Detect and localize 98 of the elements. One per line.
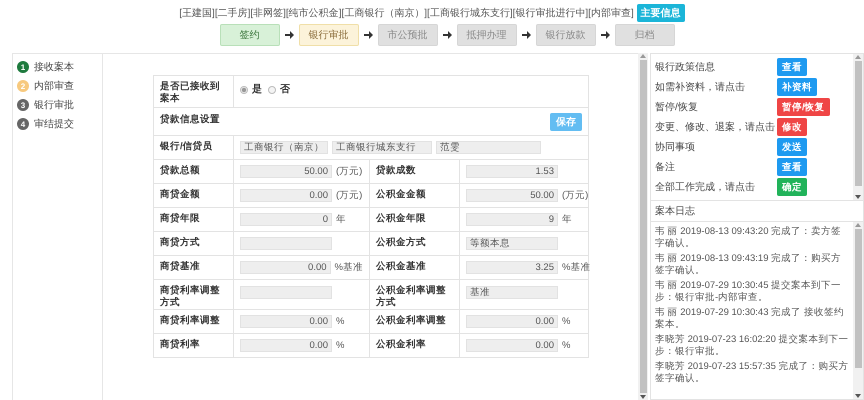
step-label[interactable]: 内部审查 [34,79,74,93]
action-label: 全部工作完成，请点击 [655,180,756,194]
section-title: 贷款信息设置 [160,113,220,127]
case-title: [王建国][二手房][非网签][纯市公积金][工商银行（南京）][工商银行城东支行][银行审批进行中][内部审查] [179,6,634,20]
input-field[interactable]: 基准 [466,286,558,298]
action-button[interactable]: 暂停/恢复 [777,98,830,116]
input-field[interactable]: 0.00 [240,339,332,352]
input-field[interactable]: 1.53 [466,165,558,178]
form-label: 商贷利率 [154,334,234,357]
input-field[interactable]: 范雯 [436,141,541,154]
log-entry: 韦 丽 2019-08-13 09:43:20 完成了：卖方签字确认。 [655,226,842,249]
radio-button[interactable] [240,86,248,94]
unit-label: 年 [336,213,346,226]
flow-step: 抵押办理 [456,24,516,46]
scroll-up-icon[interactable] [640,53,646,58]
step-label[interactable]: 审结提交 [34,117,74,131]
step-number: 2 [17,80,29,92]
unit-label: % [562,339,570,352]
form-label: 公积金年限 [370,208,460,231]
step-number: 4 [17,118,29,130]
scrollbar[interactable] [638,53,648,400]
form-label: 是否已接收到案本 [154,76,234,107]
flow-step: 银行放款 [536,24,596,46]
scrollbar[interactable] [853,222,863,399]
step-label[interactable]: 接收案本 [34,60,74,74]
input-field[interactable]: 9 [466,213,558,226]
scroll-up-icon[interactable] [855,222,861,227]
log-entry: 李晓芳 2019-07-23 15:57:35 完成了：购买方签字确认。 [655,361,849,384]
form-label: 商贷金额 [154,184,234,207]
step-label[interactable]: 银行审批 [34,98,74,112]
form-label: 贷款总额 [154,160,234,183]
scrollbar[interactable] [853,54,863,200]
input-field[interactable] [240,237,332,250]
action-label: 暂停/恢复 [655,100,699,114]
action-label: 协同事项 [655,140,696,154]
flow-step: 签约 [220,24,280,46]
unit-label: %基准 [334,261,363,274]
input-field[interactable]: 0.00 [240,315,332,328]
input-field[interactable]: 50.00 [240,165,332,178]
form-label: 商贷利率调整方式 [154,280,234,309]
form-label: 公积金利率调整方式 [370,280,460,309]
input-field[interactable]: 3.25 [466,261,558,274]
radio-label: 否 [280,83,290,96]
form-label: 商贷利率调整 [154,310,234,333]
form-label: 商贷基准 [154,256,234,279]
step-number: 3 [17,99,29,111]
flow-step: 银行审批 [298,24,358,46]
log-entry: 韦 丽 2019-07-29 10:30:43 完成了 接收签约案本。 [655,307,845,330]
input-field[interactable]: 0.00 [466,339,558,352]
form-label: 商贷方式 [154,232,234,255]
form-label: 贷款成数 [370,160,460,183]
unit-label: % [336,315,344,328]
scroll-down-icon[interactable] [855,194,861,200]
log-entry: 韦 丽 2019-07-29 10:30:45 提交案本到下一步：银行审批-内部审查。 [655,280,842,303]
form-label: 公积金利率 [370,334,460,357]
action-label: 如需补资料，请点击 [655,80,746,94]
form-label: 商贷年限 [154,208,234,231]
flow-step: 市公预批 [378,24,438,46]
input-field[interactable]: 工商银行（南京） [240,141,328,154]
log-entry: 韦 丽 2019-08-13 09:43:19 完成了：购买方签字确认。 [655,253,842,276]
input-field[interactable]: 0.00 [466,315,558,328]
unit-label: 年 [562,213,572,226]
form-label: 公积金金额 [370,184,460,207]
action-label: 银行政策信息 [655,60,716,74]
log-entry: 李晓芳 2019-07-23 16:02:20 提交案本到下一步：银行审批。 [655,334,849,357]
radio-label: 是 [252,82,262,96]
arrow-right-icon [364,31,372,39]
arrow-right-icon [442,31,452,39]
input-field[interactable]: 0.00 [240,189,332,202]
form-label: 公积金利率调整 [370,310,460,333]
radio-button[interactable] [268,86,276,94]
flow-step: 归档 [614,24,674,46]
input-field[interactable]: 50.00 [466,189,558,202]
input-field[interactable]: 0 [240,213,332,226]
input-field[interactable]: 0.00 [240,261,331,274]
form-label: 银行/信贷员 [154,136,234,159]
log-title: 案本日志 [650,201,864,221]
input-field[interactable]: 工商银行城东支行 [332,141,432,154]
scroll-down-icon[interactable] [855,394,861,399]
unit-label: % [562,315,570,328]
scroll-down-icon[interactable] [640,395,646,400]
input-field[interactable] [240,286,332,298]
arrow-right-icon [600,31,610,39]
form-label: 公积金基准 [370,256,460,279]
arrow-right-icon [522,31,530,39]
action-label: 备注 [655,160,676,174]
arrow-right-icon [284,31,294,39]
unit-label: % [336,339,344,352]
action-label: 变更、修改、退案，请点击 [655,120,776,134]
form-label: 公积金方式 [370,232,460,255]
step-number: 1 [17,61,29,73]
unit-label: (万元) [336,189,362,202]
unit-label: %基准 [562,261,590,274]
unit-label: (万元) [562,189,588,202]
input-field[interactable]: 等额本息 [466,237,558,250]
unit-label: (万元) [336,165,362,178]
scroll-up-icon[interactable] [855,54,861,59]
action-button[interactable]: 修改 [777,118,807,136]
